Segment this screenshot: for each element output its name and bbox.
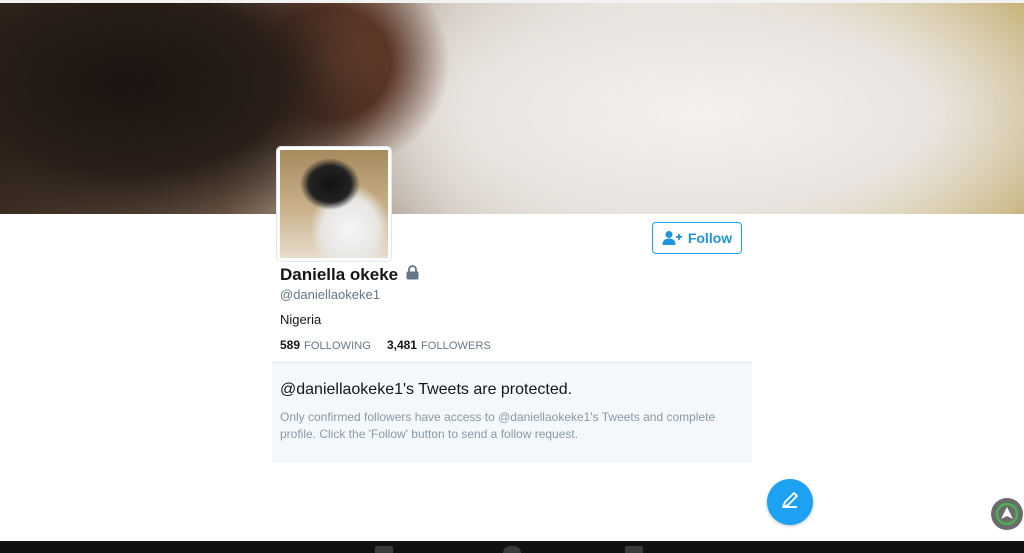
compose-tweet-button[interactable]: [767, 479, 813, 525]
protected-tweets-notice: @daniellaokeke1's Tweets are protected. …: [272, 363, 752, 463]
profile-name-row: Daniella okeke: [280, 265, 419, 285]
protected-notice-title: @daniellaokeke1's Tweets are protected.: [280, 381, 573, 398]
profile-header-banner: [0, 3, 1024, 214]
followers-label: FOLLOWERS: [420, 340, 491, 352]
recent-apps-icon[interactable]: [375, 546, 393, 553]
following-label: FOLLOWING: [304, 340, 371, 352]
follow-button-label: Follow: [687, 230, 733, 246]
protected-notice-body: Only confirmed followers have access to …: [280, 410, 716, 441]
following-stat[interactable]: 589 FOLLOWING: [280, 338, 371, 352]
add-user-icon: [662, 230, 682, 246]
profile-handle: @daniellaokeke1: [280, 287, 380, 302]
lock-icon: [406, 265, 419, 285]
profile-location: Nigeria: [280, 312, 322, 327]
back-icon[interactable]: [625, 546, 643, 553]
home-icon[interactable]: [503, 546, 521, 553]
following-count: 589: [280, 338, 301, 352]
profile-stats: 589 FOLLOWING 3,481 FOLLOWERS: [280, 338, 491, 352]
followers-count: 3,481: [386, 338, 417, 352]
assistant-badge-icon[interactable]: [991, 498, 1023, 530]
followers-stat[interactable]: 3,481 FOLLOWERS: [387, 338, 491, 352]
profile-avatar[interactable]: [277, 147, 391, 261]
follow-button[interactable]: Follow: [652, 222, 742, 254]
profile-name: Daniella okeke: [280, 265, 399, 284]
compose-tweet-icon: [780, 490, 800, 515]
